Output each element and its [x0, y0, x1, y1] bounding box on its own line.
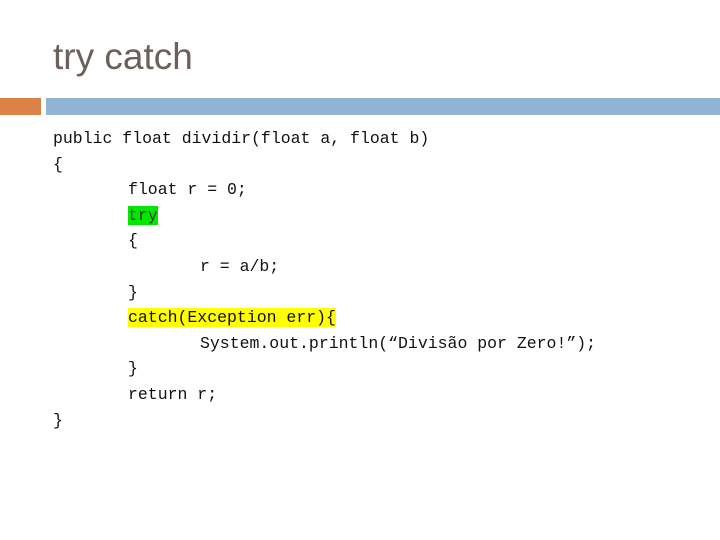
code-line: try — [0, 203, 720, 229]
code-line: return r; — [0, 382, 720, 408]
code-line-text: System.out.println(“Divisão por Zero!”); — [200, 333, 597, 353]
code-line: } — [0, 280, 720, 306]
code-line-text-highlighted: catch(Exception err){ — [128, 308, 336, 328]
code-line: r = a/b; — [0, 254, 720, 280]
code-line: public float dividir(float a, float b) — [0, 126, 720, 152]
code-block: public float dividir(float a, float b) { f… — [0, 126, 720, 433]
code-line: catch(Exception err){ — [0, 305, 720, 331]
code-line-text: } — [128, 359, 138, 379]
code-line: } — [0, 408, 720, 434]
code-line-text: } — [53, 410, 63, 430]
code-line: } — [0, 356, 720, 382]
code-line-text: return r; — [128, 384, 218, 404]
code-line: System.out.println(“Divisão por Zero!”); — [0, 331, 720, 357]
title-divider — [0, 98, 720, 115]
code-line-text: r = a/b; — [200, 256, 280, 276]
page-title: try catch — [53, 36, 193, 77]
divider-bar — [46, 98, 720, 115]
code-line-text: { — [53, 154, 63, 174]
code-line-text: { — [128, 231, 138, 251]
code-line: { — [0, 228, 720, 254]
code-line-text: public float dividir(float a, float b) — [53, 129, 430, 148]
code-line: { — [0, 152, 720, 178]
code-line-text: float r = 0; — [128, 180, 247, 200]
code-line: float r = 0; — [0, 177, 720, 203]
divider-accent-block — [0, 98, 41, 115]
code-line-text-highlighted: try — [128, 205, 158, 225]
code-line-text: } — [128, 282, 138, 302]
slide-canvas: try catch public float dividir(float a, … — [0, 0, 720, 540]
